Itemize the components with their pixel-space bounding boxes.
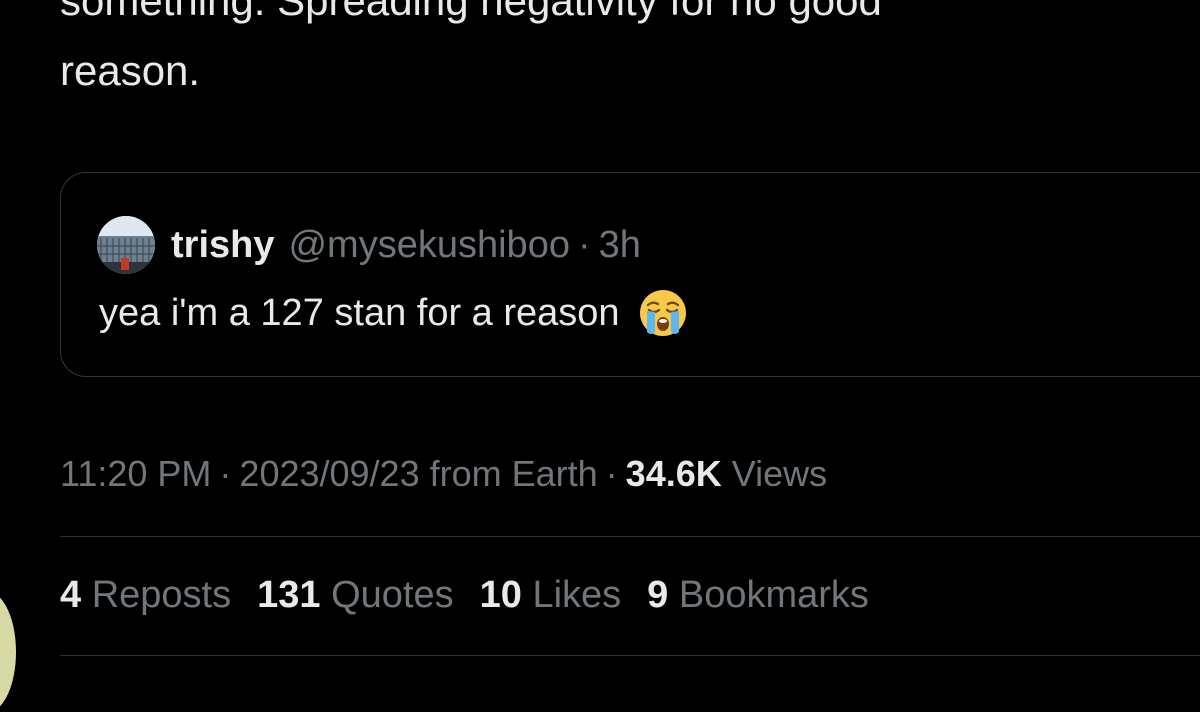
meta-separator: ·	[605, 453, 618, 494]
quotes-count: 131	[257, 574, 321, 616]
partial-avatar-edge	[0, 592, 16, 712]
reposts-count: 4	[60, 574, 82, 616]
views-label[interactable]: Views	[732, 453, 827, 494]
loudly-crying-face-icon	[638, 288, 688, 338]
header-separator: ·	[577, 223, 591, 266]
reposts-label: Reposts	[91, 574, 232, 616]
bookmarks-count: 9	[647, 574, 669, 616]
quoted-tweet-header: trishy @mysekushiboo · 3h	[97, 216, 641, 274]
quotes-stat[interactable]: 131 Quotes	[257, 566, 454, 624]
tweet-text: something. Spreading negativity for no g…	[60, 0, 1140, 106]
bookmarks-label: Bookmarks	[678, 574, 869, 616]
tweet-date[interactable]: 2023/09/23	[239, 453, 419, 494]
quoted-author-name[interactable]: trishy	[171, 224, 274, 267]
quoted-tweet-card[interactable]: trishy @mysekushiboo · 3h yea i'm a 127 …	[60, 172, 1200, 377]
views-count[interactable]: 34.6K	[626, 453, 722, 494]
quotes-label: Quotes	[331, 574, 454, 616]
quoted-author-handle[interactable]: @mysekushiboo	[288, 224, 569, 267]
quoted-tweet-time[interactable]: 3h	[599, 224, 641, 267]
tweet-source: from Earth	[429, 453, 598, 494]
tweet-meta: 11:20 PM · 2023/09/23 from Earth · 34.6K Vie…	[60, 446, 827, 502]
avatar[interactable]	[97, 216, 155, 274]
tweet-time[interactable]: 11:20 PM	[60, 453, 211, 494]
divider	[60, 536, 1200, 537]
divider	[60, 655, 1200, 656]
tweet-text-line-1: something. Spreading negativity for no g…	[60, 0, 882, 24]
meta-separator: ·	[219, 453, 232, 494]
likes-stat[interactable]: 10 Likes	[480, 566, 622, 624]
quoted-tweet-text-content: yea i'm a 127 stan for a reason	[99, 292, 620, 334]
engagement-stats: 4 Reposts 131 Quotes 10 Likes 9 Bookmark…	[60, 566, 895, 624]
tweet-text-line-2: reason.	[60, 47, 201, 94]
bookmarks-stat[interactable]: 9 Bookmarks	[647, 566, 869, 624]
reposts-stat[interactable]: 4 Reposts	[60, 566, 231, 624]
likes-label: Likes	[532, 574, 622, 616]
quoted-tweet-text: yea i'm a 127 stan for a reason	[99, 285, 688, 341]
likes-count: 10	[479, 574, 522, 616]
